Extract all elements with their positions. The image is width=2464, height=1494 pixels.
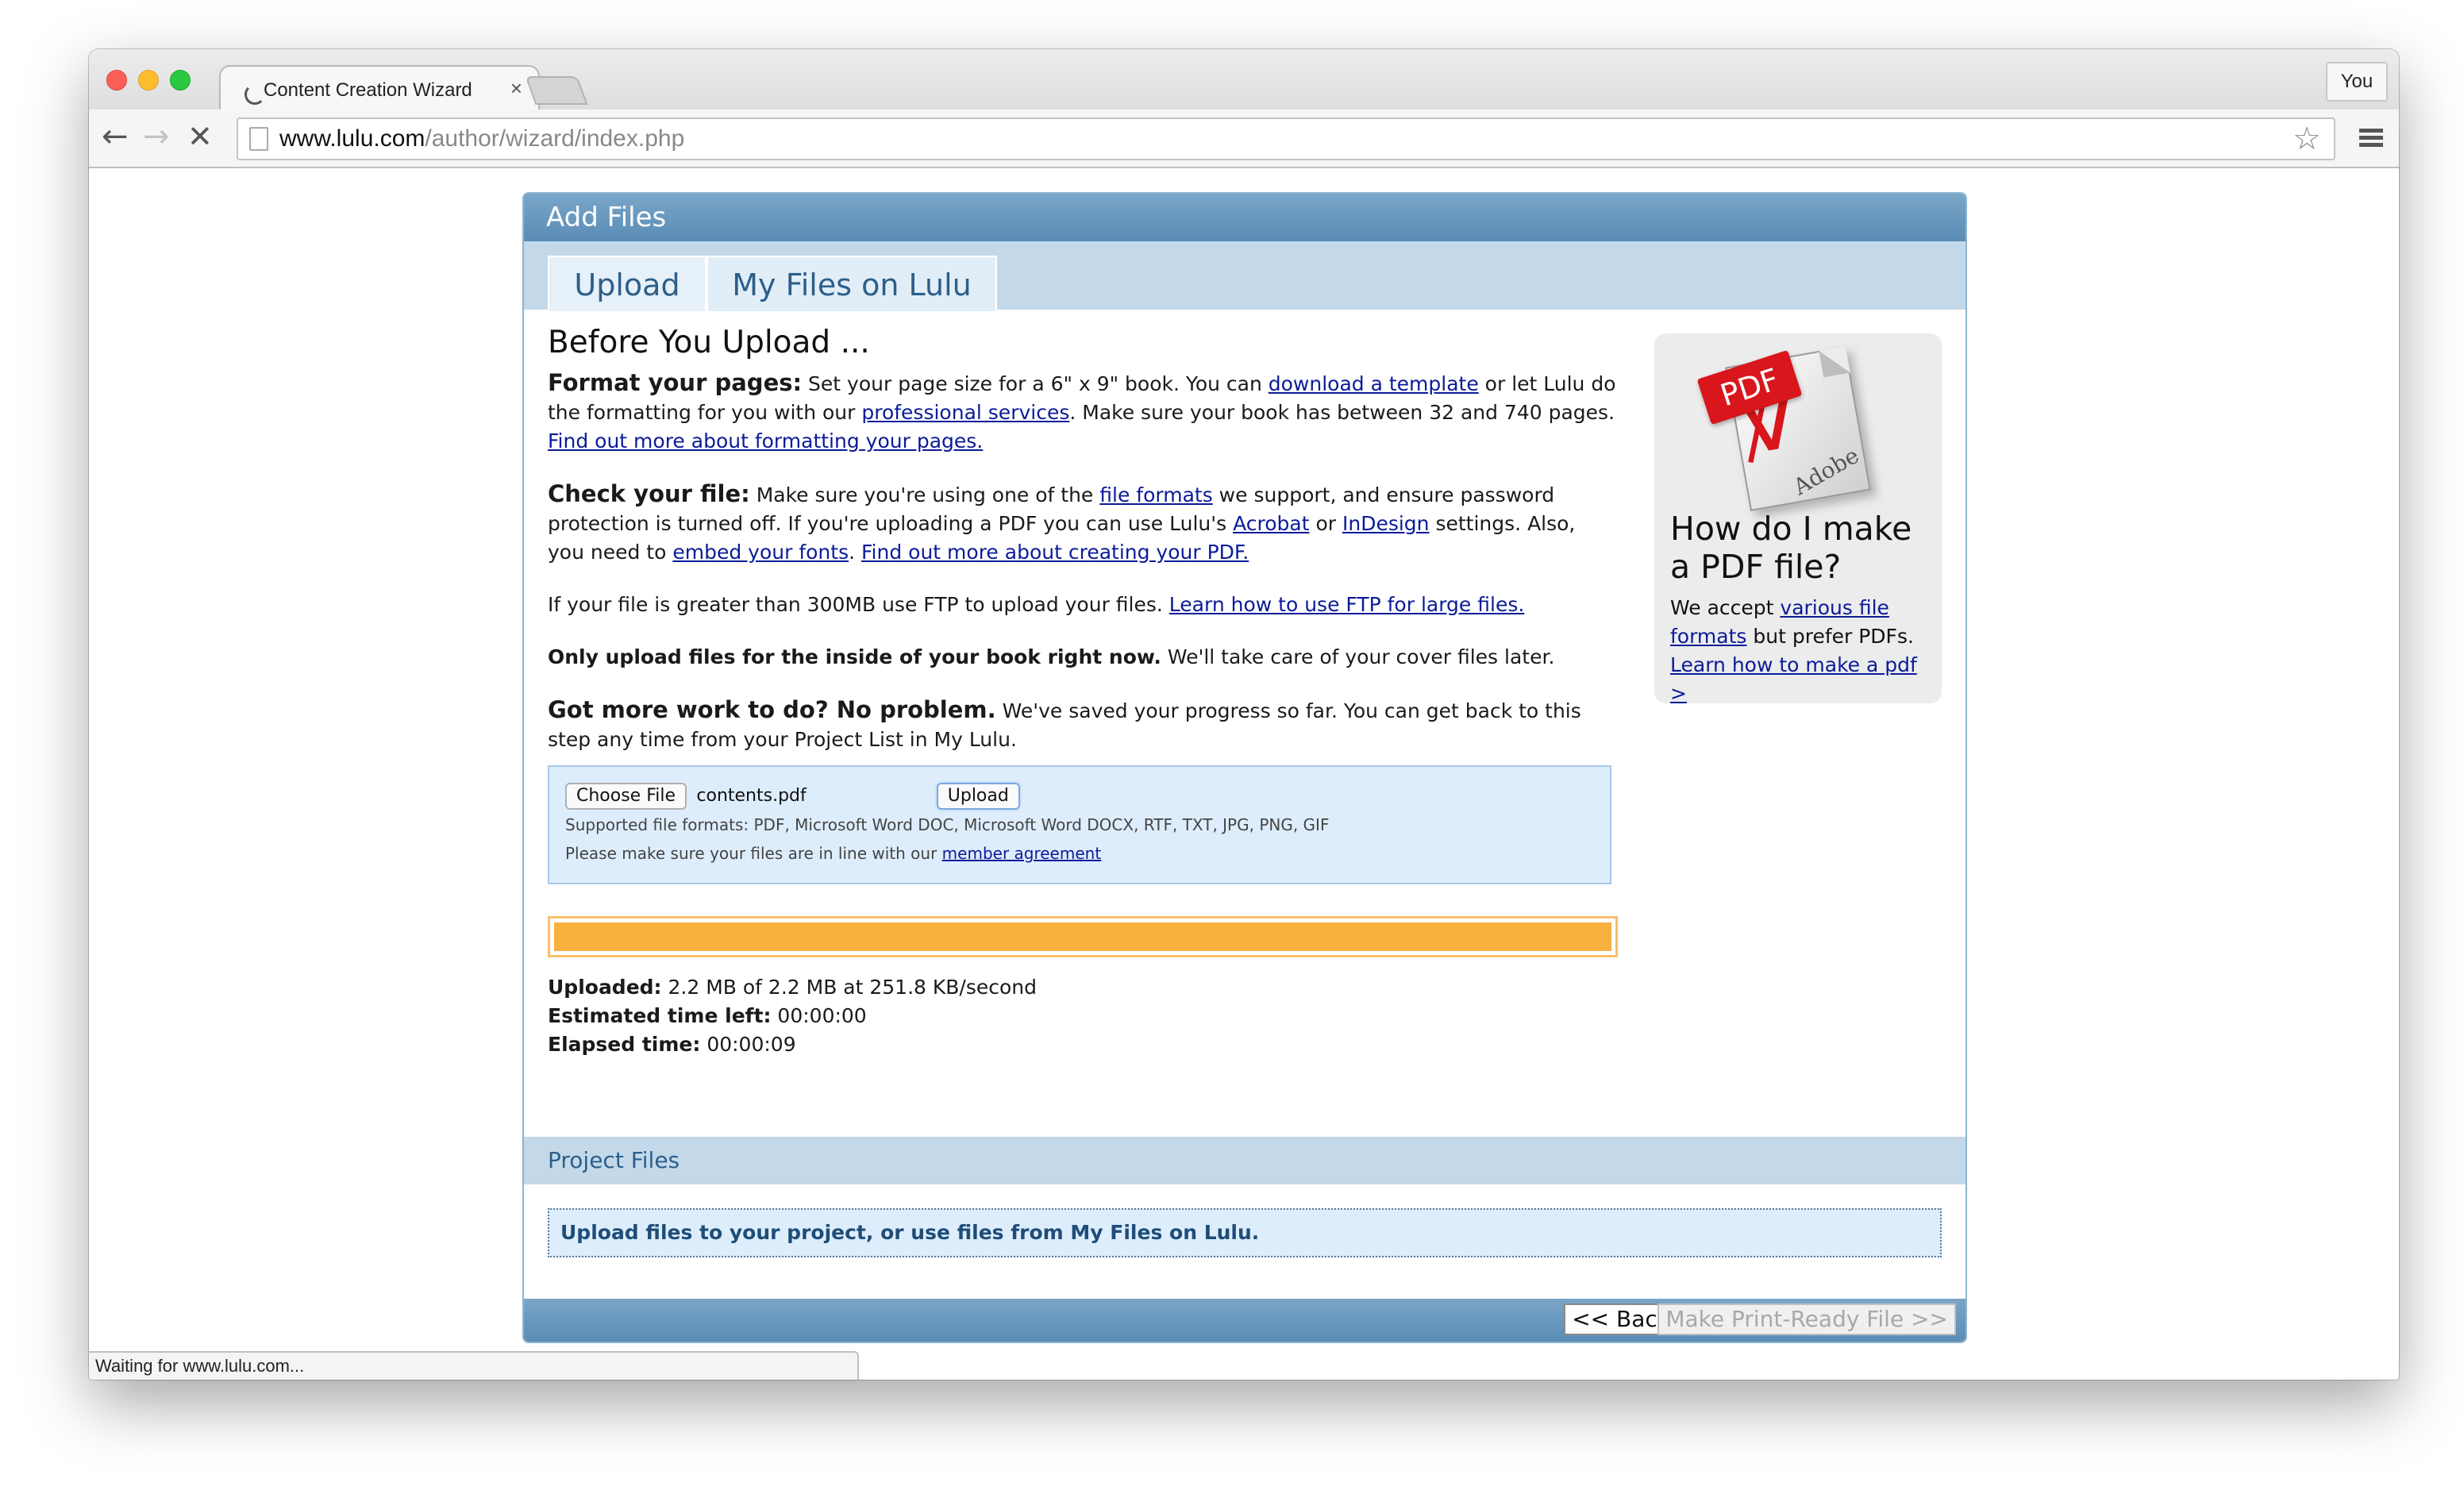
project-files-header: Project Files <box>524 1137 1965 1184</box>
file-picker-row: Choose File contents.pdf Upload <box>565 781 1594 811</box>
browser-window: Content Creation Wizard × You ← → ✕ www.… <box>89 49 2399 1380</box>
wizard-title: Add Files <box>524 194 1965 241</box>
acrobat-link[interactable]: Acrobat <box>1233 512 1309 535</box>
professional-services-link[interactable]: professional services <box>861 401 1069 424</box>
browser-tab[interactable]: Content Creation Wizard × <box>219 65 540 113</box>
tab-my-files-on-lulu[interactable]: My Files on Lulu <box>706 256 997 311</box>
make-pdf-link[interactable]: Learn how to make a pdf > <box>1670 653 1917 705</box>
indesign-link[interactable]: InDesign <box>1342 512 1430 535</box>
uploaded-stat: Uploaded: 2.2 MB of 2.2 MB at 251.8 KB/s… <box>548 976 1038 999</box>
address-bar[interactable]: www.lulu.com/author/wizard/index.php ☆ <box>237 117 2335 160</box>
new-tab-button[interactable] <box>525 76 588 105</box>
check-file-paragraph: Check your file: Make sure you're using … <box>548 480 1576 564</box>
tab-upload[interactable]: Upload <box>548 256 706 311</box>
url-text: www.lulu.com/author/wizard/index.php <box>279 125 685 152</box>
supported-formats-text: Supported file formats: PDF, Microsoft W… <box>565 815 1330 834</box>
status-bar: Waiting for www.lulu.com... <box>89 1351 859 1380</box>
page-icon <box>249 127 268 151</box>
section-heading: Before You Upload ... <box>548 325 870 360</box>
upload-stats: Uploaded: 2.2 MB of 2.2 MB at 251.8 KB/s… <box>548 973 1616 1059</box>
ftp-paragraph: If your file is greater than 300MB use F… <box>548 593 1525 616</box>
minimize-window-button[interactable] <box>138 70 159 90</box>
loading-spinner-icon <box>244 84 265 105</box>
estimated-time-stat: Estimated time left: 00:00:00 <box>548 1004 867 1027</box>
browser-toolbar: ← → ✕ www.lulu.com/author/wizard/index.p… <box>89 110 2399 168</box>
file-formats-link[interactable]: file formats <box>1099 483 1212 506</box>
adobe-pdf-icon: ℣ PDF Adobe <box>1696 346 1877 511</box>
selected-file-name: contents.pdf <box>696 786 807 806</box>
upload-progress-fill <box>554 922 1611 951</box>
zoom-window-button[interactable] <box>170 70 191 90</box>
project-files-message: Upload files to your project, or use fil… <box>548 1208 1942 1257</box>
tab-strip: Content Creation Wizard × You <box>89 49 2399 113</box>
creating-pdf-link[interactable]: Find out more about creating your PDF. <box>861 541 1249 564</box>
menu-icon[interactable] <box>2359 129 2383 148</box>
forward-arrow-icon[interactable]: → <box>143 119 170 154</box>
wizard-footer: << Back Make Print-Ready File >> <box>524 1299 1965 1342</box>
upload-progress-bar <box>548 916 1618 957</box>
inside-only-paragraph: Only upload files for the inside of your… <box>548 645 1555 668</box>
user-profile-button[interactable]: You <box>2326 62 2388 102</box>
instructions-column: Before You Upload ... Format your pages:… <box>548 325 1618 1059</box>
star-icon[interactable]: ☆ <box>2293 121 2321 157</box>
tab-close-icon[interactable]: × <box>510 76 522 101</box>
tab-title: Content Creation Wizard <box>264 79 472 101</box>
format-pages-paragraph: Format your pages: Set your page size fo… <box>548 369 1616 452</box>
download-template-link[interactable]: download a template <box>1269 372 1479 395</box>
progress-saved-paragraph: Got more work to do? No problem. We've s… <box>548 696 1581 751</box>
embed-fonts-link[interactable]: embed your fonts <box>672 541 849 564</box>
pdf-help-title: How do I make a PDF file? <box>1670 510 1912 586</box>
ftp-help-link[interactable]: Learn how to use FTP for large files. <box>1169 593 1525 616</box>
formatting-info-link[interactable]: Find out more about formatting your page… <box>548 429 983 452</box>
pdf-help-card: ℣ PDF Adobe How do I make a PDF file? We… <box>1654 333 1942 705</box>
elapsed-time-stat: Elapsed time: 00:00:09 <box>548 1033 796 1056</box>
pdf-help-text: We accept various file formats but prefe… <box>1670 596 1914 648</box>
choose-file-button[interactable]: Choose File <box>565 783 687 810</box>
wizard-content: Before You Upload ... Format your pages:… <box>524 310 1965 1059</box>
back-arrow-icon[interactable]: ← <box>102 119 129 154</box>
stop-icon[interactable]: ✕ <box>187 119 213 154</box>
upload-button[interactable]: Upload <box>936 783 1020 810</box>
file-upload-box: Choose File contents.pdf Upload Supporte… <box>548 765 1611 884</box>
member-agreement-note: Please make sure your files are in line … <box>565 844 1102 863</box>
wizard-tabs: Upload My Files on Lulu <box>524 241 1965 311</box>
make-print-ready-button[interactable]: Make Print-Ready File >> <box>1657 1303 1956 1335</box>
page-viewport: Add Files Upload My Files on Lulu Before… <box>89 168 2399 1380</box>
close-window-button[interactable] <box>106 70 127 90</box>
add-files-wizard: Add Files Upload My Files on Lulu Before… <box>522 192 1967 1343</box>
member-agreement-link[interactable]: member agreement <box>942 844 1102 863</box>
